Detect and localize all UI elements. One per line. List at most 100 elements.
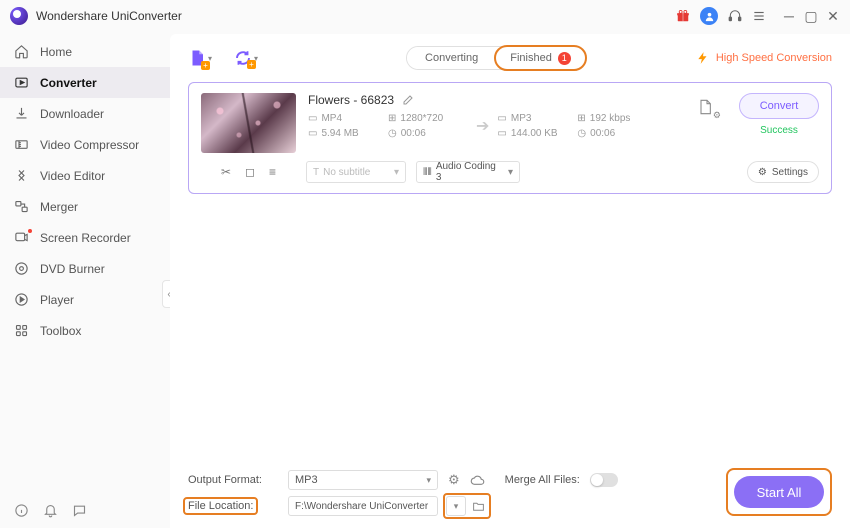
info-icon[interactable] — [14, 503, 29, 518]
bitrate-icon: ⊞ — [577, 113, 585, 124]
gift-icon[interactable] — [676, 9, 690, 23]
add-url-button[interactable]: + ▾ — [234, 49, 258, 67]
recorder-icon — [14, 230, 30, 245]
download-icon — [14, 106, 30, 121]
feedback-icon[interactable] — [72, 503, 87, 518]
merger-icon — [14, 199, 30, 214]
subtitle-select[interactable]: T No subtitle ▾ — [306, 161, 406, 183]
maximize-button[interactable]: ▢ — [804, 8, 818, 25]
sidebar-item-label: Toolbox — [40, 324, 81, 338]
src-dur: 00:06 — [401, 128, 426, 139]
clock-icon: ◷ — [577, 128, 586, 139]
subtitle-icon: T — [313, 167, 319, 178]
settings-button[interactable]: ⚙ Settings — [747, 161, 819, 183]
output-format-label: Output Format: — [188, 474, 278, 486]
converter-icon — [14, 75, 30, 90]
file-location-select[interactable]: F:\Wondershare UniConverter — [288, 496, 438, 516]
folder-icon: ▭ — [497, 128, 506, 139]
sidebar-item-label: Downloader — [40, 107, 104, 121]
sidebar-item-label: Player — [40, 293, 74, 307]
sidebar-item-label: Home — [40, 45, 72, 59]
sidebar-item-label: DVD Burner — [40, 262, 105, 276]
file-location-label: File Location: — [188, 500, 278, 512]
chevron-down-icon: ▾ — [508, 167, 513, 178]
chevron-down-icon: ▾ — [394, 167, 399, 178]
folder-icon: ▭ — [308, 128, 317, 139]
crop-icon[interactable]: ◻ — [245, 165, 255, 179]
merge-label: Merge All Files: — [505, 474, 580, 486]
play-icon — [14, 292, 30, 307]
dst-bitrate: 192 kbps — [590, 113, 631, 124]
src-size: 5.94 MB — [321, 128, 358, 139]
disc-icon — [14, 261, 30, 276]
sidebar-item-editor[interactable]: Video Editor — [0, 160, 170, 191]
output-format-select[interactable]: MP3 ▾ — [288, 470, 438, 490]
high-speed-button[interactable]: High Speed Conversion — [696, 51, 832, 65]
sidebar: Home Converter Downloader Video Compress… — [0, 32, 170, 528]
app-logo-icon — [10, 7, 28, 25]
app-title: Wondershare UniConverter — [36, 9, 676, 23]
add-file-button[interactable]: + ▾ — [188, 48, 212, 68]
menu-icon[interactable] — [752, 9, 766, 23]
dst-dur: 00:06 — [590, 128, 615, 139]
sidebar-item-toolbox[interactable]: Toolbox — [0, 315, 170, 346]
list-icon[interactable]: ≡ — [269, 165, 276, 179]
content-area: + ▾ + ▾ Converting Finished 1 High Speed… — [170, 34, 850, 528]
location-dropdown-button[interactable]: ▾ — [446, 496, 466, 516]
sidebar-item-dvd[interactable]: DVD Burner — [0, 253, 170, 284]
tab-converting[interactable]: Converting — [407, 47, 496, 69]
file-card: Flowers - 66823 ▭MP4 ⊞1280*720 ▭5.94 MB … — [188, 82, 832, 194]
audio-wave-icon: ⦀⦀ — [423, 167, 432, 178]
titlebar: Wondershare UniConverter ─ ▢ ✕ — [0, 0, 850, 32]
sidebar-item-label: Video Editor — [40, 169, 105, 183]
output-options-button[interactable]: ⚙ — [691, 93, 719, 121]
sidebar-item-recorder[interactable]: Screen Recorder — [0, 222, 170, 253]
gear-icon: ⚙ — [758, 167, 767, 178]
close-button[interactable]: ✕ — [826, 8, 840, 25]
file-name: Flowers - 66823 — [308, 93, 394, 107]
headset-icon[interactable] — [728, 9, 742, 23]
start-all-highlight: Start All — [726, 468, 832, 516]
sidebar-item-compressor[interactable]: Video Compressor — [0, 129, 170, 160]
user-avatar-icon[interactable] — [700, 7, 718, 25]
sidebar-item-downloader[interactable]: Downloader — [0, 98, 170, 129]
cut-icon[interactable]: ✂ — [221, 165, 231, 179]
tabs: Converting Finished 1 — [406, 46, 586, 70]
settings-icon[interactable]: ⚙ — [448, 472, 460, 488]
minimize-button[interactable]: ─ — [782, 8, 796, 25]
tab-finished[interactable]: Finished 1 — [494, 45, 587, 71]
home-icon — [14, 44, 30, 59]
file-add-icon: + — [188, 48, 206, 68]
convert-button[interactable]: Convert — [739, 93, 819, 119]
status-text: Success — [739, 125, 819, 136]
src-res: 1280*720 — [400, 113, 443, 124]
sidebar-item-label: Merger — [40, 200, 78, 214]
sidebar-item-home[interactable]: Home — [0, 36, 170, 67]
open-folder-button[interactable] — [468, 496, 488, 516]
clock-icon: ◷ — [388, 128, 397, 139]
compressor-icon — [14, 137, 30, 152]
sidebar-item-player[interactable]: Player — [0, 284, 170, 315]
sidebar-item-label: Video Compressor — [40, 138, 139, 152]
bolt-icon — [696, 51, 710, 65]
chevron-down-icon: ▾ — [426, 475, 431, 486]
audio-format-icon: ▭ — [497, 113, 506, 124]
audio-select[interactable]: ⦀⦀ Audio Coding 3 ▾ — [416, 161, 520, 183]
bell-icon[interactable] — [43, 503, 58, 518]
cloud-icon[interactable] — [470, 473, 485, 488]
video-thumbnail[interactable] — [201, 93, 296, 153]
src-format: MP4 — [321, 113, 342, 124]
video-format-icon: ▭ — [308, 113, 317, 124]
cog-icon: ⚙ — [713, 110, 721, 121]
refresh-add-icon: + — [234, 49, 252, 67]
merge-toggle[interactable] — [590, 473, 618, 487]
toolbox-icon — [14, 323, 30, 338]
editor-icon — [14, 168, 30, 183]
edit-name-icon[interactable] — [402, 94, 414, 106]
sidebar-item-label: Converter — [40, 76, 97, 90]
arrow-right-icon: ➔ — [476, 116, 489, 136]
start-all-button[interactable]: Start All — [734, 476, 824, 508]
dst-size: 144.00 KB — [511, 128, 558, 139]
sidebar-item-converter[interactable]: Converter — [0, 67, 170, 98]
sidebar-item-merger[interactable]: Merger — [0, 191, 170, 222]
